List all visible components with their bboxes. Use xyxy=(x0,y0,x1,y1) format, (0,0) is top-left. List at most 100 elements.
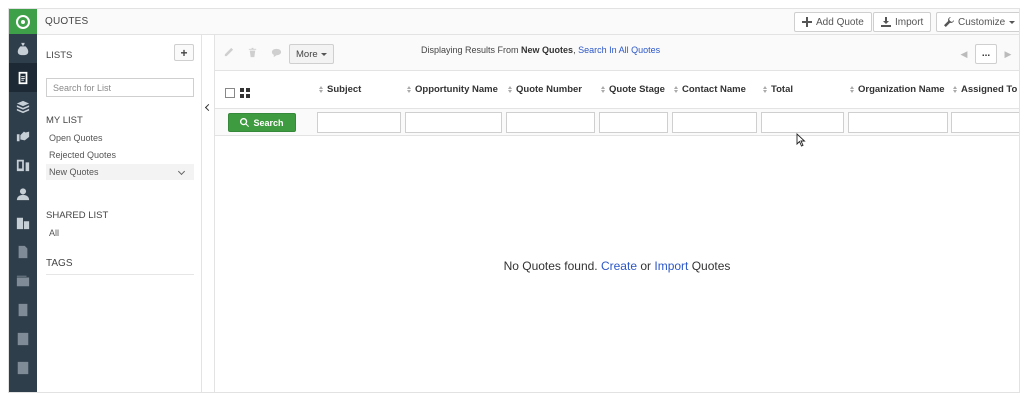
import-link[interactable]: Import xyxy=(654,259,688,273)
results-info: Displaying Results From New Quotes, Sear… xyxy=(421,45,661,55)
column-contact-name[interactable]: Contact Name xyxy=(674,84,746,95)
empty-or: or xyxy=(640,259,652,273)
comment-icon[interactable] xyxy=(271,47,282,58)
import-label: Import xyxy=(895,16,924,28)
results-list-name: New Quotes xyxy=(521,45,574,55)
column-subject[interactable]: Subject xyxy=(319,84,361,95)
column-organization-name[interactable]: Organization Name xyxy=(850,84,945,95)
empty-suffix: Quotes xyxy=(691,259,731,273)
list-item-label: New Quotes xyxy=(49,167,99,177)
table-header: Subject Opportunity Name Quote Number Qu… xyxy=(215,80,1019,102)
prev-page-icon[interactable]: ◀ xyxy=(959,49,969,60)
column-label: Contact Name xyxy=(682,84,746,95)
rail-item-contacts[interactable] xyxy=(9,179,37,208)
filter-quote-stage[interactable] xyxy=(599,112,668,133)
contact-card-icon xyxy=(17,332,29,345)
column-label: Quote Stage xyxy=(609,84,665,95)
list-view: More Displaying Results From New Quotes,… xyxy=(214,35,1019,392)
list-item-rejected-quotes[interactable]: Rejected Quotes xyxy=(46,147,194,163)
home-button[interactable] xyxy=(9,9,37,34)
wrench-icon xyxy=(944,17,954,27)
rail-item-office[interactable] xyxy=(9,353,37,382)
grid-icon[interactable] xyxy=(240,88,250,98)
column-assigned-to[interactable]: Assigned To xyxy=(953,84,1017,95)
download-icon xyxy=(881,17,891,27)
sort-icon xyxy=(508,86,512,93)
rail-item-vendors[interactable] xyxy=(9,324,37,353)
column-label: Quote Number xyxy=(516,84,582,95)
chevron-down-icon[interactable] xyxy=(177,167,186,176)
select-all-checkbox[interactable] xyxy=(225,88,235,98)
filter-quote-number[interactable] xyxy=(506,112,595,133)
list-item-all[interactable]: All xyxy=(46,225,194,241)
column-quote-stage[interactable]: Quote Stage xyxy=(601,84,665,95)
box-icon xyxy=(16,100,30,113)
results-prefix: Displaying Results From xyxy=(421,45,519,55)
rail-item-organizations[interactable] xyxy=(9,208,37,237)
next-page-icon[interactable]: ▶ xyxy=(1003,49,1013,60)
sort-icon xyxy=(674,86,678,93)
wallet-icon xyxy=(16,275,30,286)
customize-button[interactable]: Customize xyxy=(936,12,1019,32)
filter-opportunity-name[interactable] xyxy=(405,112,502,133)
edit-icon[interactable] xyxy=(223,47,234,58)
column-total[interactable]: Total xyxy=(763,84,793,95)
sort-icon xyxy=(601,86,605,93)
import-button[interactable]: Import xyxy=(873,12,932,32)
search-button[interactable]: Search xyxy=(228,113,296,132)
empty-state-message: No Quotes found. Create or Import Quotes xyxy=(215,259,1019,273)
module-rail xyxy=(9,9,37,392)
office-icon xyxy=(17,361,29,374)
rail-item-quotes[interactable] xyxy=(9,63,37,92)
handshake-icon xyxy=(16,131,30,141)
sort-icon xyxy=(763,86,767,93)
caret-down-icon xyxy=(1009,20,1016,24)
rail-item-assets[interactable] xyxy=(9,150,37,179)
page-title: QUOTES xyxy=(45,16,89,27)
rail-item-contracts[interactable] xyxy=(9,295,37,324)
tags-divider xyxy=(46,274,194,275)
search-button-label: Search xyxy=(253,117,284,128)
page-jump-button[interactable]: ... xyxy=(975,44,997,64)
devices-icon xyxy=(16,159,30,171)
column-opportunity-name[interactable]: Opportunity Name xyxy=(407,84,498,95)
rail-item-products[interactable] xyxy=(9,92,37,121)
customize-label: Customize xyxy=(958,16,1006,28)
filter-total[interactable] xyxy=(761,112,844,133)
list-item-new-quotes[interactable]: New Quotes xyxy=(46,164,194,180)
money-bag-icon xyxy=(17,42,29,55)
create-link[interactable]: Create xyxy=(601,259,637,273)
filter-row: Search xyxy=(215,108,1019,136)
filter-assigned-to[interactable] xyxy=(951,112,1019,133)
add-list-button[interactable]: + xyxy=(174,44,194,61)
sort-icon xyxy=(850,86,854,93)
filter-subject[interactable] xyxy=(317,112,401,133)
add-quote-button[interactable]: Add Quote xyxy=(794,12,872,32)
rail-item-invoices[interactable] xyxy=(9,266,37,295)
list-item-open-quotes[interactable]: Open Quotes xyxy=(46,130,194,146)
plus-icon xyxy=(802,17,812,27)
rail-item-deals[interactable] xyxy=(9,121,37,150)
lists-panel: LISTS + MY LIST Open Quotes Rejected Quo… xyxy=(37,35,202,392)
rail-item-potentials[interactable] xyxy=(9,34,37,63)
empty-prefix: No Quotes found. xyxy=(503,259,598,273)
column-label: Opportunity Name xyxy=(415,84,498,95)
collapse-panel-button[interactable] xyxy=(203,100,213,114)
filter-organization-name[interactable] xyxy=(848,112,948,133)
action-bar: More Displaying Results From New Quotes,… xyxy=(215,35,1019,71)
list-search-input[interactable] xyxy=(46,78,194,97)
column-quote-number[interactable]: Quote Number xyxy=(508,84,582,95)
my-list-heading: MY LIST xyxy=(46,115,83,126)
delete-icon[interactable] xyxy=(247,47,258,58)
rail-item-documents[interactable] xyxy=(9,237,37,266)
caret-down-icon xyxy=(320,52,327,56)
person-icon xyxy=(16,187,30,200)
lists-heading: LISTS xyxy=(46,50,73,61)
document-icon xyxy=(18,245,28,258)
more-button[interactable]: More xyxy=(289,44,334,64)
sort-icon xyxy=(953,86,957,93)
quotes-icon xyxy=(18,71,28,84)
app-window: QUOTES Add Quote Import Customize LISTS … xyxy=(8,8,1020,393)
filter-contact-name[interactable] xyxy=(672,112,757,133)
search-all-link[interactable]: Search In All Quotes xyxy=(578,45,660,55)
